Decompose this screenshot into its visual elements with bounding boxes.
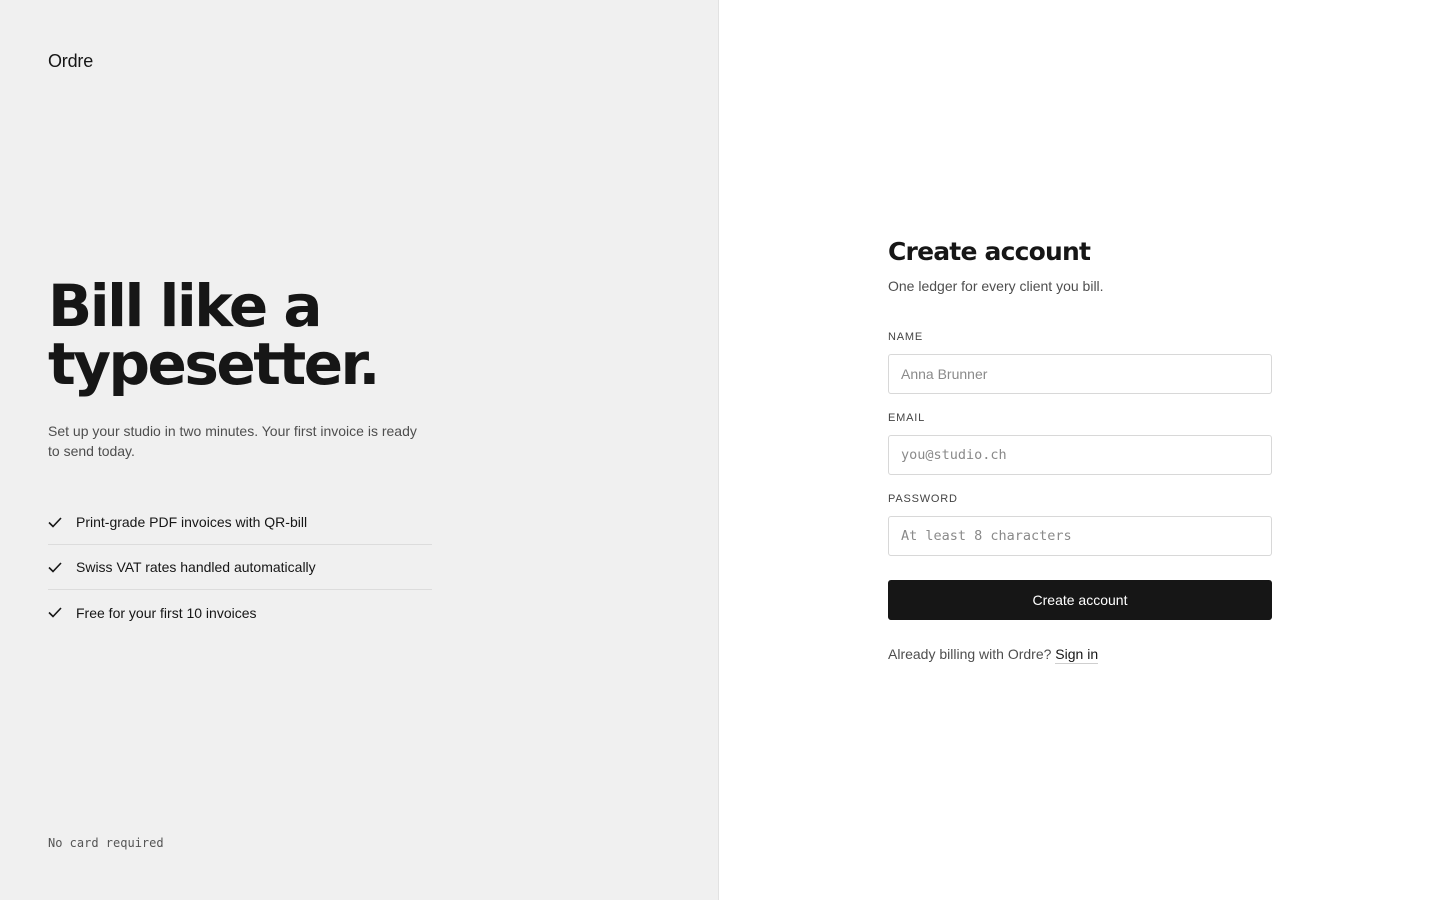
- feature-label: Free for your first 10 invoices: [76, 604, 257, 621]
- signup-panel: Create account One ledger for every clie…: [720, 0, 1440, 900]
- signin-row: Already billing with Ordre? Sign in: [888, 646, 1272, 664]
- hero-lede: Set up your studio in two minutes. Your …: [48, 423, 417, 459]
- feature-item: Print-grade PDF invoices with QR-bill: [48, 500, 432, 545]
- password-label: PASSWORD: [888, 493, 958, 505]
- feature-label: Swiss VAT rates handled automatically: [76, 559, 316, 575]
- password-input[interactable]: [888, 516, 1272, 556]
- feature-item: Free for your first 10 invoices: [48, 590, 432, 635]
- signin-link[interactable]: Sign in: [1055, 646, 1099, 664]
- name-input[interactable]: [888, 354, 1272, 394]
- check-icon: [48, 515, 76, 529]
- check-icon: [48, 560, 76, 574]
- check-icon: [48, 606, 76, 620]
- hero-headline-line-1: Bill like a: [48, 272, 322, 340]
- signup-form: Create account One ledger for every clie…: [888, 236, 1272, 664]
- form-title: Create account: [888, 237, 1091, 266]
- signin-prompt: Already billing with Ordre?: [888, 646, 1052, 662]
- form-subtitle: One ledger for every client you bill.: [888, 278, 1104, 294]
- email-label: EMAIL: [888, 412, 926, 424]
- name-label: NAME: [888, 331, 923, 343]
- marketing-panel: Ordre Bill like a typesetter. Set up you…: [0, 0, 719, 900]
- feature-label: Print-grade PDF invoices with QR-bill: [76, 514, 308, 530]
- hero-headline: Bill like a typesetter.: [48, 272, 380, 398]
- feature-item: Swiss VAT rates handled automatically: [48, 545, 432, 590]
- email-input[interactable]: [888, 435, 1272, 475]
- feature-list: Print-grade PDF invoices with QR-bill Sw…: [48, 500, 432, 635]
- create-account-button[interactable]: Create account: [888, 580, 1272, 620]
- brand-logo[interactable]: Ordre: [48, 51, 93, 72]
- no-card-note: No card required: [48, 836, 164, 850]
- hero-headline-line-2: typesetter.: [48, 330, 380, 398]
